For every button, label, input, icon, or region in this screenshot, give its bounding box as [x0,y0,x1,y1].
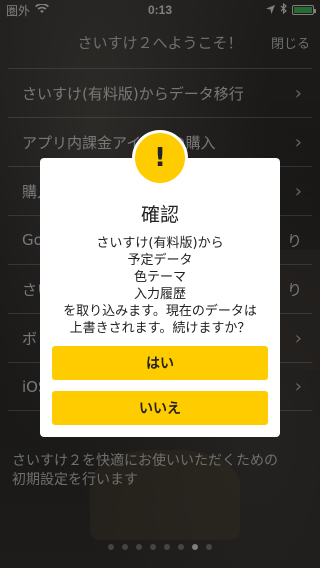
dialog-message-line: 上書きされます。続けますか？ [69,321,251,336]
no-button[interactable]: いいえ [52,391,268,425]
alert-badge: ! [132,130,188,186]
exclamation-icon: ! [135,133,185,183]
dialog-title: 確認 [140,204,179,226]
yes-button[interactable]: はい [52,346,268,380]
confirm-dialog: ! 確認 さいすけ(有料版)から 予定データ 色テーマ 入力履歴 を取り込みます… [40,130,280,437]
dialog-message-line: 予定データ [127,253,193,268]
dialog-message-line: 入力履歴 [133,287,186,302]
dialog-message-line: 色テーマ [133,270,186,285]
dialog-message-line: を取り込みます。現在のデータは [63,304,257,319]
dialog-message: さいすけ(有料版)から 予定データ 色テーマ 入力履歴 を取り込みます。現在のデ… [40,235,280,337]
dialog-message-line: さいすけ(有料版)から [96,236,224,251]
